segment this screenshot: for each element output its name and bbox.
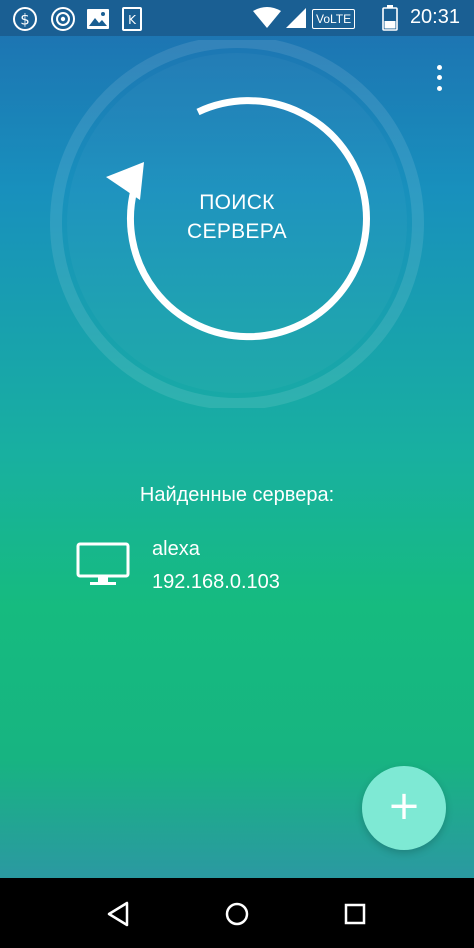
add-server-button[interactable]: + <box>362 766 446 850</box>
monitor-icon <box>76 542 130 585</box>
target-icon <box>51 7 75 31</box>
navigation-bar <box>0 878 474 948</box>
volte-icon: VoLTE <box>312 9 356 29</box>
signal-icon <box>286 8 306 28</box>
wifi-icon <box>253 7 281 28</box>
status-clock: 20:31 <box>409 6 460 28</box>
server-ip: 192.168.0.103 <box>152 571 280 593</box>
recents-icon[interactable] <box>339 898 371 930</box>
battery-icon <box>382 5 398 31</box>
search-server-label: ПОИСК СЕРВЕРА <box>187 191 287 243</box>
found-servers-title: Найденные сервера: <box>139 484 335 506</box>
dollar-coin-icon: $ <box>13 7 37 31</box>
server-list-item[interactable]: alexa 192.168.0.103 <box>70 532 430 602</box>
back-icon[interactable] <box>103 898 135 930</box>
overflow-menu-icon[interactable] <box>428 62 450 94</box>
status-bar: $ K VoLTE 20:31 <box>0 0 474 36</box>
app-screen: $ K VoLTE 20:31 ПОИСК СЕРВЕРА Найденные … <box>0 0 474 948</box>
svg-text:$: $ <box>20 11 30 29</box>
server-name: alexa <box>152 538 200 560</box>
image-icon <box>87 9 109 29</box>
k-app-icon: K <box>122 7 142 31</box>
svg-text:K: K <box>128 13 137 27</box>
home-icon[interactable] <box>221 898 253 930</box>
plus-icon: + <box>387 783 421 829</box>
